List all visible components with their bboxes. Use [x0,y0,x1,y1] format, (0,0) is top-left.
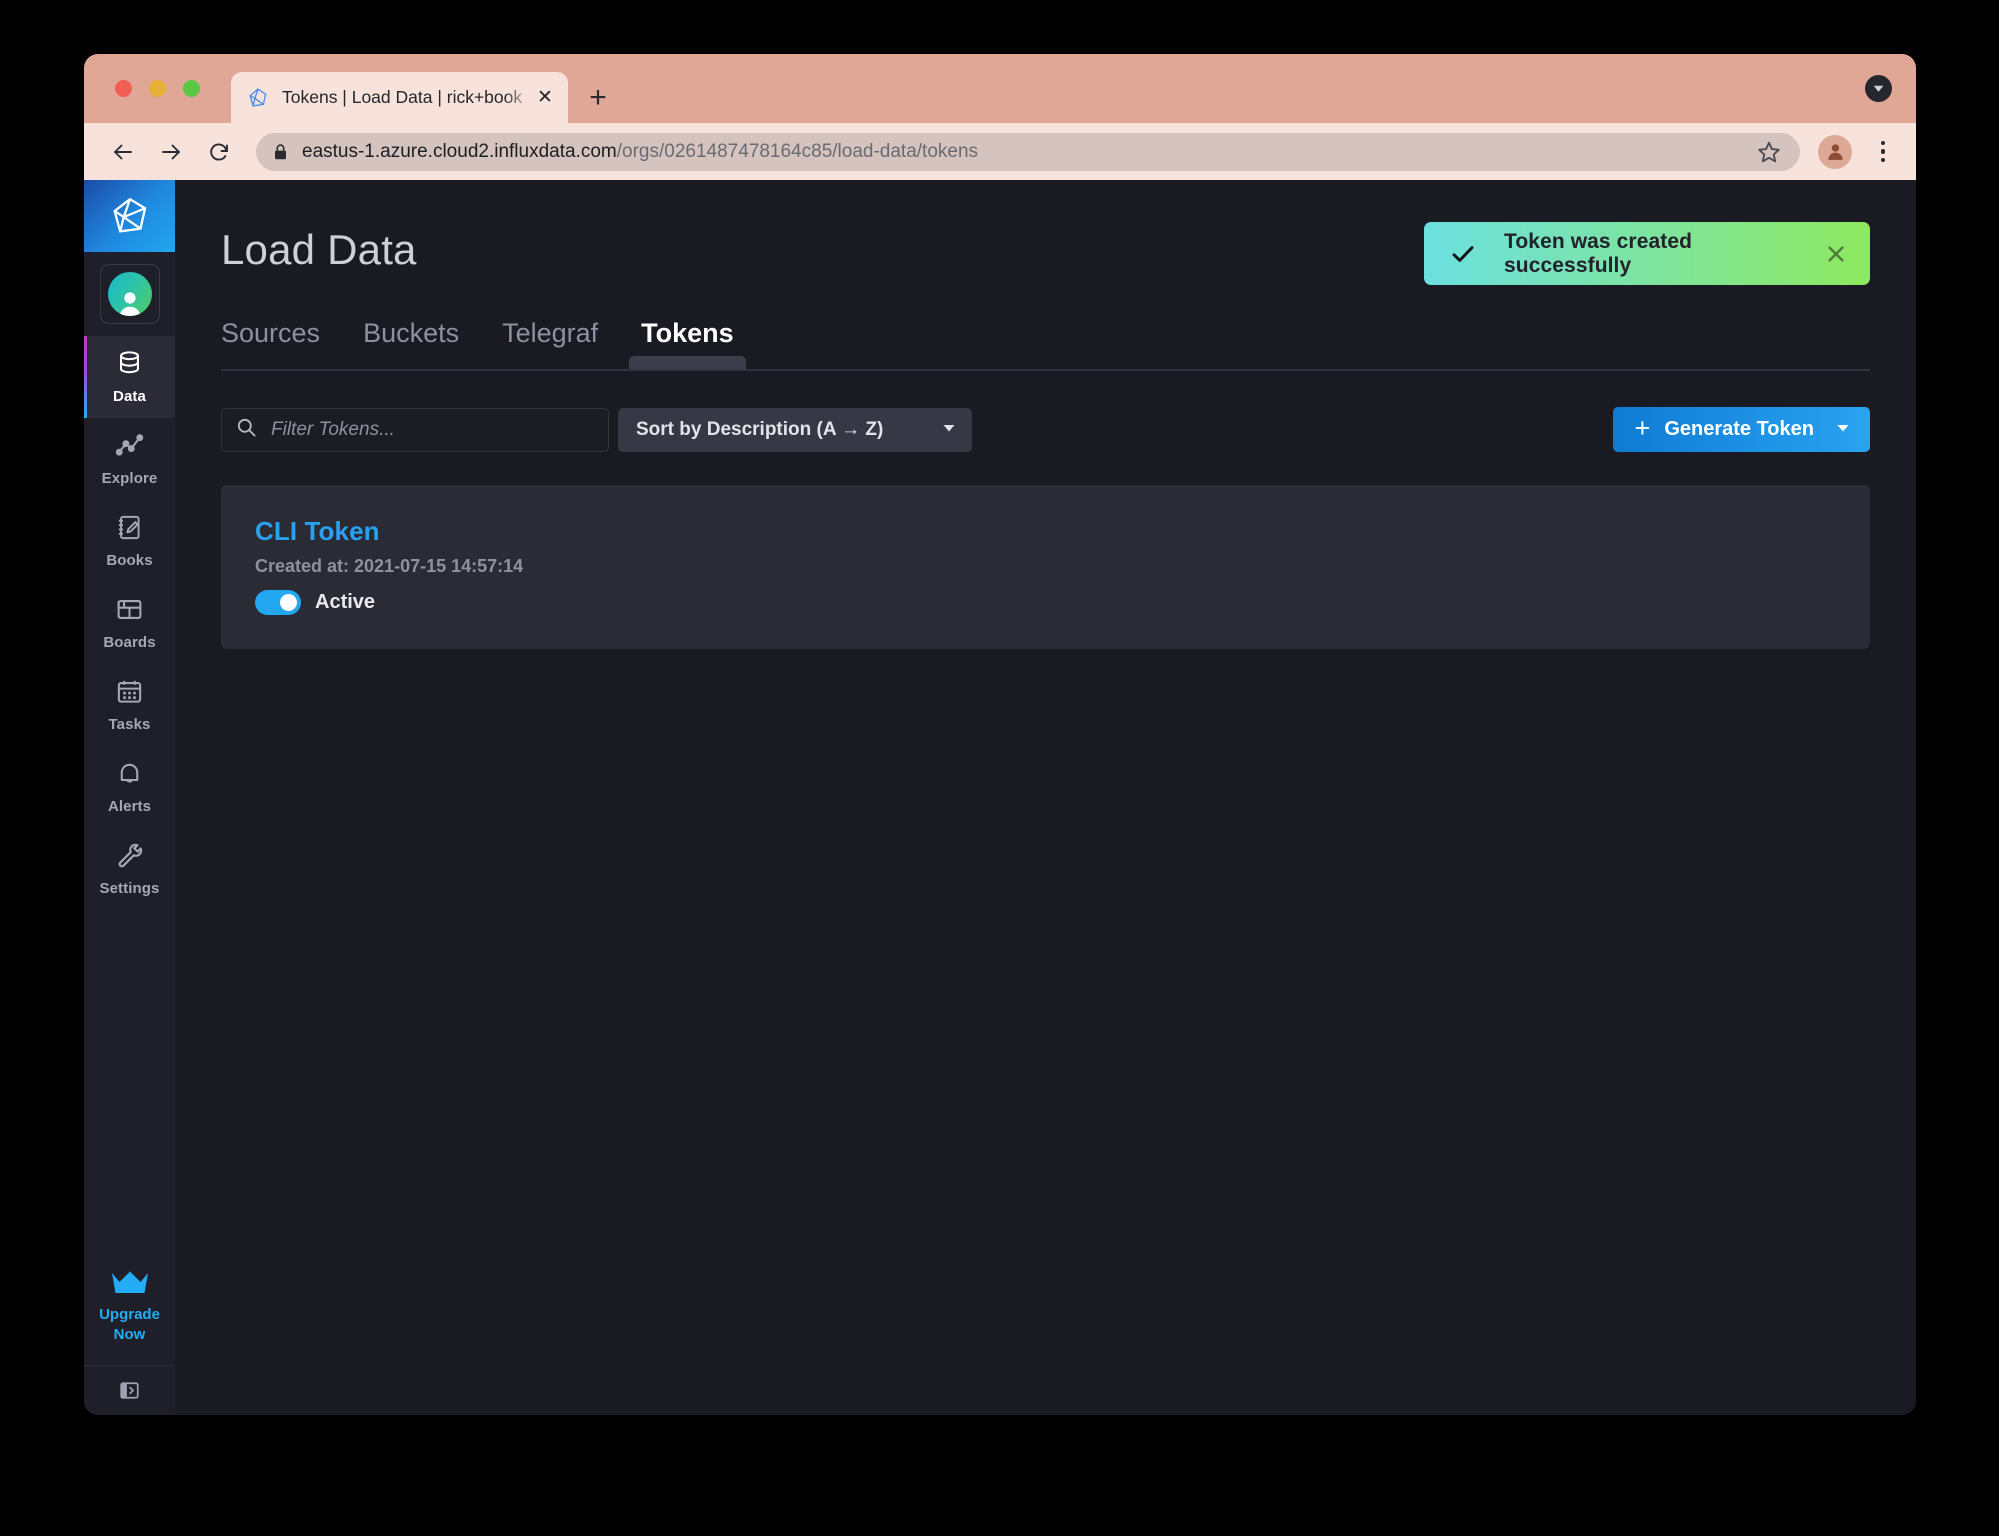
sidebar-item-boards[interactable]: Boards [84,582,175,664]
user-avatar[interactable] [84,252,175,336]
maximize-window-button[interactable] [183,80,200,97]
chevron-down-icon[interactable] [1836,421,1850,438]
token-card[interactable]: CLI Token Created at: 2021-07-15 14:57:1… [221,485,1870,649]
token-created-at: Created at: 2021-07-15 14:57:14 [255,556,524,576]
notebook-pencil-icon [115,513,144,547]
close-icon[interactable] [1824,242,1848,266]
sidebar-item-explore[interactable]: Explore [84,418,175,500]
upgrade-now-button[interactable]: Upgrade Now [84,1269,175,1366]
influxdb-app: Data Explore Books Boards Tasks Alerts S… [84,180,1916,1415]
checkmark-icon [1450,241,1476,267]
browser-tab[interactable]: Tokens | Load Data | rick+book ✕ [231,72,568,123]
close-tab-button[interactable]: ✕ [534,87,556,109]
browser-tab-title: Tokens | Load Data | rick+book [282,87,523,107]
user-avatar-box [99,264,160,324]
token-active-toggle[interactable] [255,590,301,615]
upgrade-label-line1: Upgrade [99,1305,160,1323]
influxdb-logo-icon[interactable] [84,180,175,252]
sidebar-item-label: Boards [103,634,156,651]
calendar-icon [115,677,144,711]
address-bar[interactable]: eastus-1.azure.cloud2.influxdata.com/org… [256,132,1800,171]
window-controls [115,80,200,97]
wrench-icon [115,841,144,875]
sidebar-item-books[interactable]: Books [84,500,175,582]
tab-search-chevron-icon[interactable] [1865,75,1892,102]
sidebar-item-alerts[interactable]: Alerts [84,746,175,828]
search-input[interactable] [271,418,594,441]
nav-item-list: Data Explore Books Boards Tasks Alerts S… [84,336,175,910]
chevron-down-icon [942,421,956,438]
token-status-row: Active [255,590,1836,615]
address-bar-url: eastus-1.azure.cloud2.influxdata.com/org… [302,141,978,163]
sidebar-item-label: Alerts [107,798,152,815]
sort-dropdown-value: Sort by Description (A → Z) [636,418,884,440]
sidebar-item-data[interactable]: Data [84,336,175,418]
minimize-window-button[interactable] [149,80,166,97]
plus-icon: + [1634,413,1651,443]
main-content: Load Data Token was created successfully… [175,180,1916,1415]
browser-tab-strip: Tokens | Load Data | rick+book ✕ + [84,54,1916,123]
influxdb-logo-icon [247,87,269,109]
sidebar-item-label: Explore [101,470,158,487]
expand-sidebar-icon[interactable] [116,1377,143,1404]
profile-avatar-icon[interactable] [1818,134,1852,169]
star-icon[interactable] [1756,139,1782,165]
lock-icon [274,143,287,160]
token-status-label: Active [315,591,376,613]
arrow-left-icon[interactable] [108,137,138,167]
sidebar-item-label: Tasks [108,716,151,733]
sidebar-item-settings[interactable]: Settings [84,828,175,910]
upgrade-label-line2: Now [113,1325,146,1343]
tab-buckets[interactable]: Buckets [363,318,459,351]
token-name[interactable]: CLI Token [255,516,1836,547]
controls-row: Sort by Description (A → Z) + Generate T… [221,407,1870,452]
sidebar-item-label: Data [113,388,146,405]
left-navigation: Data Explore Books Boards Tasks Alerts S… [84,180,175,1415]
close-window-button[interactable] [115,80,132,97]
notification-toast: Token was created successfully [1424,222,1870,285]
tab-sources[interactable]: Sources [221,318,320,351]
dashboard-grid-icon [115,595,144,629]
kebab-menu-icon[interactable] [1870,135,1896,169]
new-tab-button[interactable]: + [584,83,612,113]
arrow-right-icon[interactable] [156,137,186,167]
generate-token-button[interactable]: + Generate Token [1612,407,1870,452]
url-path: /orgs/0261487478164c85/load-data/tokens [616,140,979,162]
line-graph-icon [115,431,144,465]
crown-icon [110,1269,150,1303]
filter-tokens-container[interactable] [221,407,609,452]
section-tabs: Sources Buckets Telegraf Tokens [221,318,1870,371]
tab-telegraf[interactable]: Telegraf [502,318,598,351]
user-avatar-icon [107,272,152,316]
reload-icon[interactable] [204,137,234,167]
browser-window: Tokens | Load Data | rick+book ✕ + eastu… [84,54,1916,1415]
url-domain: eastus-1.azure.cloud2.influxdata.com [302,140,617,162]
search-icon [236,417,257,443]
sidebar-item-label: Books [106,552,153,569]
bell-icon [115,759,144,793]
nav-expand-row [84,1365,175,1415]
database-icon [115,349,144,383]
tab-tokens[interactable]: Tokens [629,318,746,371]
sort-dropdown[interactable]: Sort by Description (A → Z) [618,407,972,452]
sidebar-item-label: Settings [99,880,160,897]
browser-toolbar: eastus-1.azure.cloud2.influxdata.com/org… [84,123,1916,180]
generate-token-label: Generate Token [1664,418,1814,440]
notification-message: Token was created successfully [1504,229,1693,277]
sidebar-item-tasks[interactable]: Tasks [84,664,175,746]
